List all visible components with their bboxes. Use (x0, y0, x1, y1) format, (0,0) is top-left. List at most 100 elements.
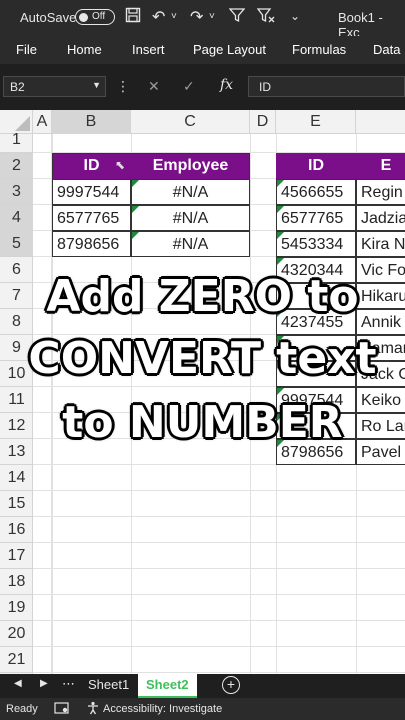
row-header-16[interactable]: 16 (0, 517, 33, 543)
grid-line (33, 672, 405, 673)
column-header-e[interactable]: E (276, 110, 356, 134)
table2-employee-cell[interactable]: Jadzia (356, 205, 405, 231)
name-box[interactable]: B2 ▼ (3, 76, 106, 97)
row-header-21[interactable]: 21 (0, 647, 33, 673)
chevron-down-icon[interactable]: ˅ (209, 11, 215, 22)
table1-id-cell[interactable]: 6577765 (52, 205, 131, 231)
error-indicator-icon (132, 180, 139, 187)
table2-header-employee[interactable]: E (356, 153, 405, 179)
title-bar: AutoSave Off ↶ ˅ ↷ ˅ ⌄ Book1 - Exc (0, 0, 405, 40)
row-header-19[interactable]: 19 (0, 595, 33, 621)
table1-header-id[interactable]: ID ⬉ (52, 153, 131, 179)
ribbon-tabs: File Home Insert Page Layout Formulas Da… (0, 36, 405, 64)
accessibility-icon[interactable] (86, 701, 100, 718)
column-header-f[interactable] (356, 110, 405, 134)
table1-header-employee[interactable]: Employee (131, 153, 250, 179)
accessibility-status[interactable]: Accessibility: Investigate (103, 703, 222, 715)
add-sheet-button[interactable]: + (222, 676, 240, 694)
grid-line (33, 516, 405, 517)
formula-value: ID (259, 80, 271, 94)
table2-id-cell[interactable]: 4566655 (276, 179, 356, 205)
grid-line (33, 620, 405, 621)
tab-formulas[interactable]: Formulas (292, 42, 346, 57)
tab-home[interactable]: Home (67, 42, 102, 57)
column-headers: A B C D E (0, 110, 405, 134)
table2-id-cell[interactable]: 5453334 (276, 231, 356, 257)
table1-employee-cell[interactable]: #N/A (131, 205, 250, 231)
undo-icon[interactable]: ↶ (152, 7, 165, 27)
row-header-2[interactable]: 2 (0, 153, 33, 179)
status-ready: Ready (6, 703, 38, 715)
error-indicator-icon (277, 258, 284, 265)
formula-input[interactable]: ID (248, 76, 405, 97)
save-icon[interactable] (125, 7, 141, 28)
chevron-down-icon[interactable]: ▼ (92, 80, 101, 90)
column-header-b[interactable]: B (52, 110, 131, 134)
sheet-tab-sheet2[interactable]: Sheet2 (138, 674, 197, 698)
grid-line (33, 594, 405, 595)
enter-icon[interactable]: ✓ (183, 78, 195, 95)
error-indicator-icon (132, 206, 139, 213)
cancel-icon[interactable]: ✕ (148, 78, 160, 95)
table1-id-cell[interactable]: 9997544 (52, 179, 131, 205)
row-header-14[interactable]: 14 (0, 465, 33, 491)
grid-line (33, 568, 405, 569)
row-header-15[interactable]: 15 (0, 491, 33, 517)
row-header-1[interactable]: 1 (0, 127, 33, 153)
row-header-17[interactable]: 17 (0, 543, 33, 569)
chevron-down-icon[interactable]: ˅ (171, 11, 177, 22)
filter-icon[interactable] (228, 7, 246, 28)
error-indicator-icon (277, 180, 284, 187)
macro-recorder-icon[interactable] (54, 701, 70, 718)
more-icon[interactable]: ⋯ (62, 676, 75, 692)
table2-id-cell[interactable]: 6577765 (276, 205, 356, 231)
error-indicator-icon (277, 206, 284, 213)
tab-insert[interactable]: Insert (132, 42, 165, 57)
row-header-5[interactable]: 5 (0, 231, 33, 257)
caption-line-1: Add ZERO to (46, 271, 359, 322)
more-vertical-icon[interactable]: ⋮ (116, 78, 130, 95)
tab-page-layout[interactable]: Page Layout (193, 42, 266, 57)
insert-function-button[interactable]: fx (220, 77, 233, 93)
grid-line (33, 646, 405, 647)
sheet-tab-sheet1[interactable]: Sheet1 (80, 674, 137, 698)
column-header-a[interactable]: A (33, 110, 52, 134)
table1-employee-cell[interactable]: #N/A (131, 231, 250, 257)
error-indicator-icon (277, 232, 284, 239)
sheet-tab-bar: ◀ ▶ ⋯ Sheet1 Sheet2 + (0, 674, 405, 698)
column-header-d[interactable]: D (250, 110, 276, 134)
status-bar: Ready Accessibility: Investigate (0, 698, 405, 720)
tab-file[interactable]: File (16, 42, 37, 57)
column-header-c[interactable]: C (131, 110, 250, 134)
caption-line-2: CONVERT text (28, 333, 377, 384)
formula-bar: B2 ▼ ⋮ ✕ ✓ fx ID (0, 74, 405, 100)
row-header-3[interactable]: 3 (0, 179, 33, 205)
toggle-knob (79, 12, 88, 22)
error-indicator-icon (132, 232, 139, 239)
tab-data[interactable]: Data (373, 42, 400, 57)
grid-line (33, 490, 405, 491)
row-header-18[interactable]: 18 (0, 569, 33, 595)
table1-id-cell[interactable]: 8798656 (52, 231, 131, 257)
redo-icon[interactable]: ↷ (190, 7, 203, 27)
name-box-value: B2 (10, 80, 25, 94)
grid-line (33, 542, 405, 543)
mouse-cursor-icon: ⬉ (115, 158, 126, 172)
more-icon[interactable]: ⌄ (290, 9, 300, 23)
autosave-label: AutoSave (20, 10, 77, 25)
formula-bar-spacer (0, 100, 405, 110)
ribbon-spacer (0, 64, 405, 74)
caption-line-3: to NUMBER (62, 397, 343, 448)
scroll-right-icon[interactable]: ▶ (40, 678, 48, 689)
autosave-toggle[interactable]: Off (75, 9, 115, 25)
table1-employee-cell[interactable]: #N/A (131, 179, 250, 205)
table2-employee-cell[interactable]: Regin (356, 179, 405, 205)
row-header-20[interactable]: 20 (0, 621, 33, 647)
scroll-left-icon[interactable]: ◀ (14, 678, 22, 689)
table2-employee-cell[interactable]: Kira N (356, 231, 405, 257)
toggle-state: Off (92, 11, 106, 22)
row-header-4[interactable]: 4 (0, 205, 33, 231)
clear-filter-icon[interactable] (256, 7, 275, 28)
table2-header-id[interactable]: ID (276, 153, 356, 179)
error-indicator-icon (277, 388, 284, 395)
